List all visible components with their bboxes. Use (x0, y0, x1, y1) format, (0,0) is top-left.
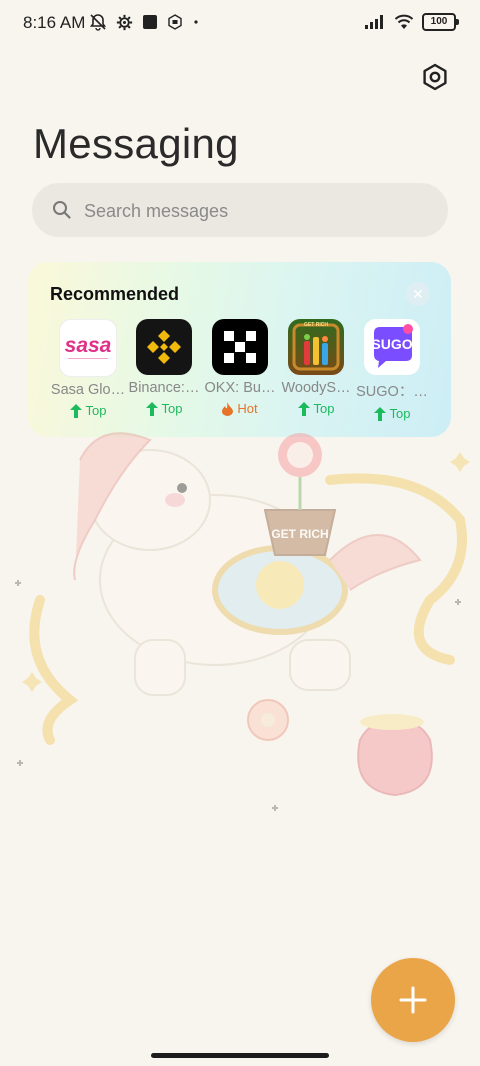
search-bar[interactable] (32, 183, 448, 239)
app-binance[interactable]: Binance:… Top (126, 319, 202, 416)
status-time: 8:16 AM (23, 13, 86, 32)
sasa-logo-text: sasa (64, 334, 112, 357)
empty-state-illustration: GET RICH (15, 432, 470, 811)
woody-app-icon: GET RICH (288, 319, 344, 375)
up-arrow-icon (145, 401, 158, 416)
mute-icon (89, 14, 107, 31)
flame-icon (222, 401, 234, 416)
page-title: Messaging (33, 120, 239, 167)
app-woody[interactable]: GET RICH WoodyS… Top (278, 319, 354, 416)
plus-icon (399, 986, 427, 1014)
illustration-pot-text: GET RICH (271, 527, 328, 541)
binance-app-icon (136, 319, 192, 375)
sugo-app-icon: SUGO (364, 319, 420, 375)
settings-icon (423, 63, 447, 91)
signal-icon (365, 15, 383, 29)
recommended-title: Recommended (50, 284, 180, 304)
navigation-handle[interactable] (151, 1053, 329, 1058)
search-icon (53, 201, 71, 219)
search-input[interactable] (82, 183, 436, 239)
dot-icon (194, 20, 198, 24)
close-recommended-button[interactable]: ✕ (406, 282, 430, 306)
app-name: WoodyS… (281, 380, 351, 396)
close-icon: ✕ (412, 285, 424, 302)
sim-icon (168, 14, 182, 30)
sugo-logo-text: SUGO (371, 336, 413, 352)
app-badge: Top (354, 406, 430, 421)
woody-logo-text: GET RICH (304, 322, 328, 328)
wifi-icon (394, 14, 414, 29)
app-name: SUGO：… (356, 384, 428, 400)
app-okx[interactable]: OKX: Bu… Hot (202, 319, 278, 416)
settings-cog-icon (116, 14, 133, 30)
app-badge: Top (126, 401, 202, 416)
settings-button[interactable] (420, 62, 450, 92)
new-message-button[interactable] (371, 958, 455, 1042)
app-sugo[interactable]: SUGO SUGO：… Top (354, 319, 430, 421)
status-bar: 8:16 AM 100 (0, 0, 480, 48)
battery-icon: 100 (422, 13, 459, 31)
okx-app-icon (212, 319, 268, 375)
sasa-app-icon: sasa (59, 319, 117, 377)
app-sasa[interactable]: sasa Sasa Glo… Top (50, 319, 126, 418)
app-name: Sasa Glo… (50, 382, 126, 398)
up-arrow-icon (373, 406, 386, 421)
app-badge: Top (50, 403, 126, 418)
up-arrow-icon (69, 403, 82, 418)
app-badge: Hot (202, 401, 278, 416)
app-name: OKX: Bu… (204, 380, 276, 396)
app-badge: Top (278, 401, 354, 416)
up-arrow-icon (297, 401, 310, 416)
square-app-icon (143, 15, 157, 29)
recommended-card: Recommended ✕ sasa Sasa Glo… Top Binance… (28, 262, 451, 437)
app-name: Binance:… (128, 380, 200, 396)
